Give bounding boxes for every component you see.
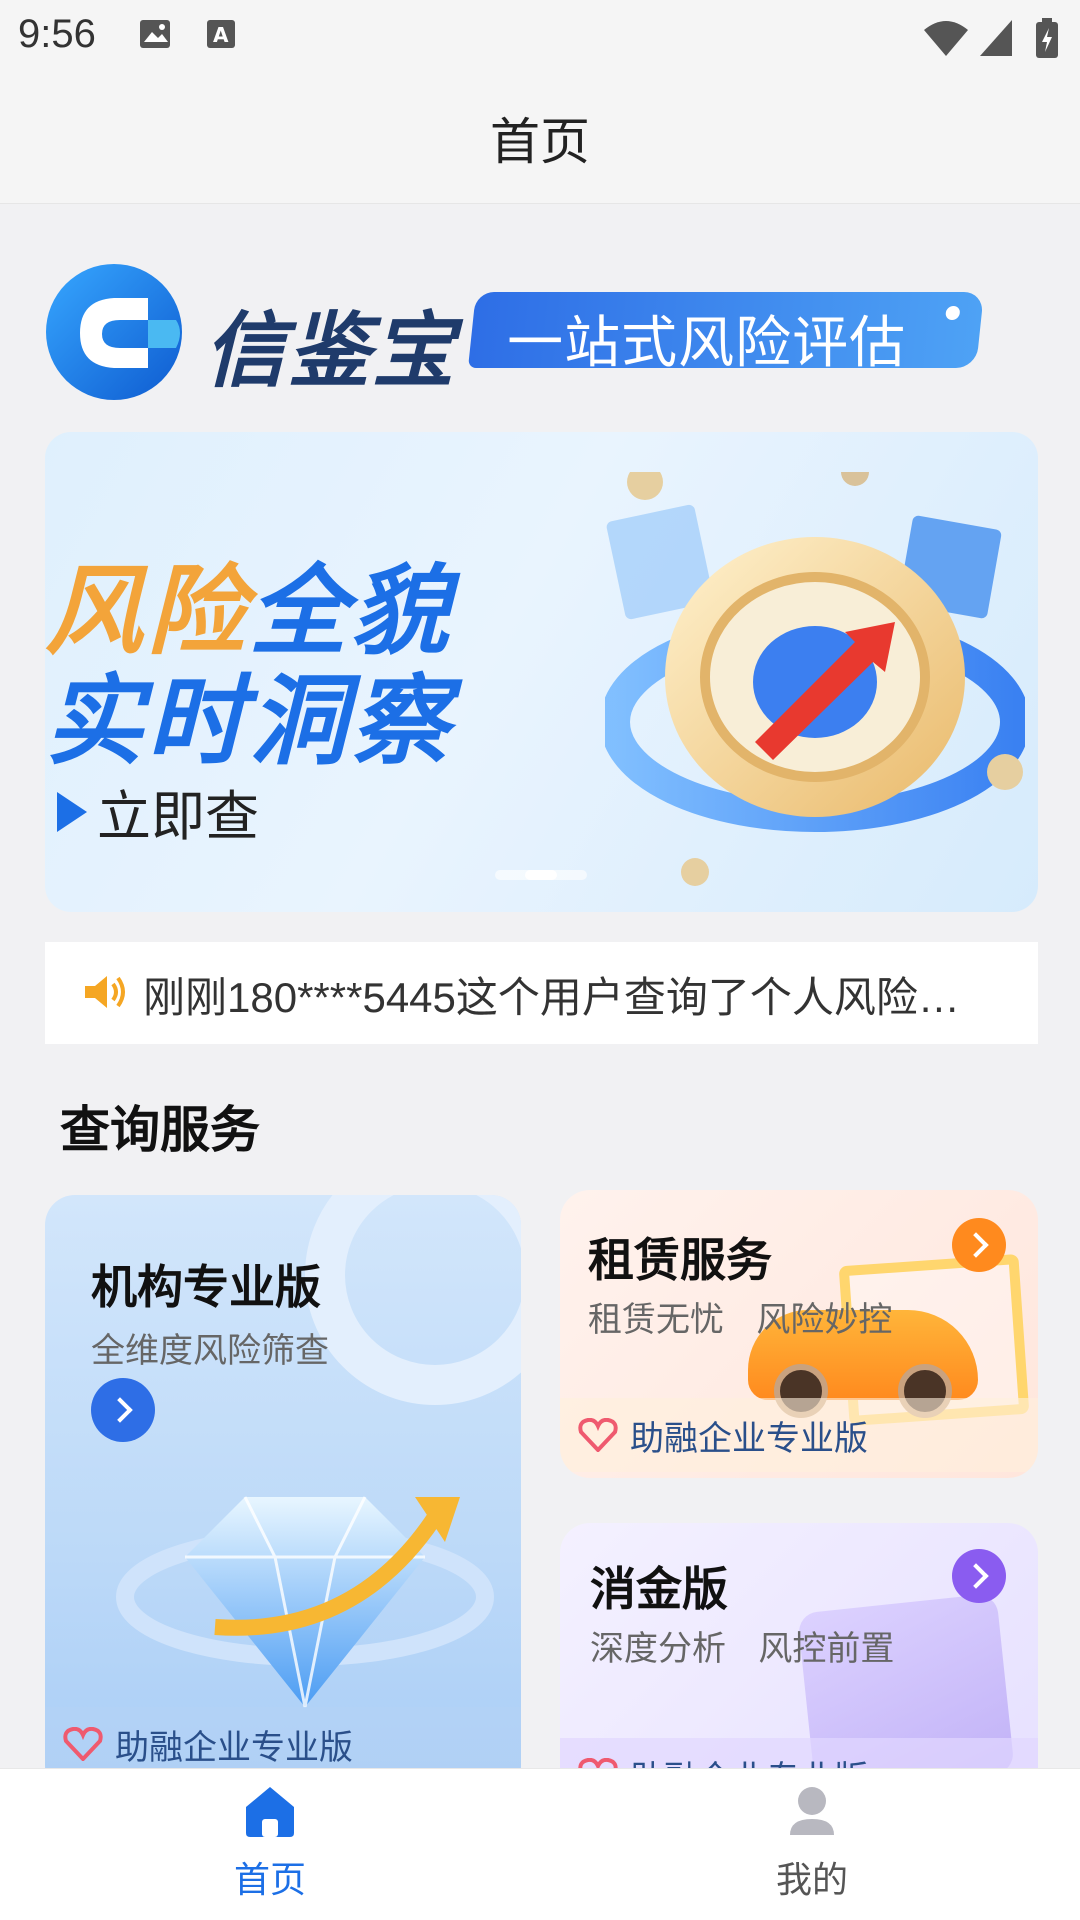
- brand-logo-icon: [46, 264, 182, 400]
- top-app-bar: 首页: [0, 72, 1080, 204]
- nav-mine-label: 我的: [775, 1860, 848, 1901]
- card-subtitle: 租赁无忧 风险妙控: [588, 1300, 893, 1340]
- banner-cta-label: 立即查: [97, 785, 259, 848]
- diamond-illustration: [116, 1496, 494, 1708]
- status-time: 9:56: [18, 12, 96, 56]
- nav-mine[interactable]: 我的: [712, 1783, 912, 1903]
- card-subtitle: 全维度风险筛查: [91, 1331, 329, 1371]
- card-footer-label: 助融企业专业版: [115, 1727, 353, 1768]
- battery-icon: [1036, 18, 1058, 58]
- notice-bar[interactable]: 刚刚180****5445这个用户查询了个人风险…: [45, 942, 1038, 1044]
- arrow-right-icon[interactable]: [952, 1218, 1006, 1272]
- nav-home[interactable]: 首页: [170, 1783, 370, 1903]
- banner-headline-2: 实时洞察: [45, 665, 454, 779]
- play-triangle-icon: [57, 791, 87, 832]
- status-bar: 9:56 A: [0, 0, 1080, 72]
- brand-slogan: 一站式风险评估: [507, 311, 907, 376]
- compass-illustration: [605, 472, 1025, 886]
- nav-home-label: 首页: [233, 1860, 306, 1901]
- heart-badge-icon: [578, 1418, 618, 1452]
- wifi-icon: [924, 21, 968, 56]
- arrow-right-icon[interactable]: [952, 1549, 1006, 1603]
- brand-slogan-badge: 一站式风险评估: [468, 292, 984, 376]
- svg-text:A: A: [213, 23, 229, 47]
- page-title: 首页: [490, 113, 590, 171]
- user-icon: [790, 1787, 834, 1835]
- card-footer: 助融企业专业版: [560, 1398, 1038, 1472]
- section-title: 查询服务: [60, 1101, 260, 1159]
- image-notification-icon: [140, 20, 170, 48]
- service-card-rental[interactable]: 租赁服务 租赁无忧 风险妙控 助融企业专业版: [560, 1190, 1038, 1478]
- notice-text: 刚刚180****5445这个用户查询了个人风险…: [143, 974, 960, 1021]
- promo-banner[interactable]: 风险全貌 实时洞察 立即查: [45, 432, 1038, 912]
- arrow-right-icon[interactable]: [91, 1378, 155, 1442]
- banner-pagination: [495, 870, 587, 880]
- brand-logo: 信鉴宝 一站式风险评估: [44, 262, 984, 402]
- banner-pagination-active: [525, 870, 557, 880]
- card-title: 机构专业版: [91, 1260, 321, 1314]
- heart-badge-icon: [63, 1727, 103, 1761]
- signal-icon: [980, 20, 1012, 56]
- service-card-institution[interactable]: 机构专业版 全维度风险筛查 助融企业专业版: [45, 1195, 521, 1795]
- bottom-navigation: 首页 我的: [0, 1768, 1080, 1920]
- slogan-dot: [945, 306, 961, 320]
- home-icon: [246, 1787, 294, 1837]
- card-footer-label: 助融企业专业版: [630, 1418, 868, 1459]
- text-notification-icon: A: [207, 20, 235, 48]
- card-title: 租赁服务: [588, 1233, 772, 1287]
- speaker-icon: [85, 976, 125, 1008]
- brand-name: 信鉴宝: [204, 304, 456, 399]
- card-title: 消金版: [590, 1562, 728, 1616]
- banner-cta-button[interactable]: 立即查: [57, 772, 259, 851]
- card-subtitle: 深度分析 风控前置: [590, 1629, 895, 1669]
